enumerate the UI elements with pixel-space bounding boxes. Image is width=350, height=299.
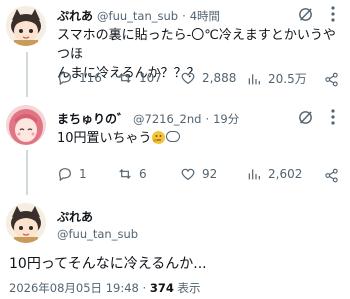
avatar[interactable] — [6, 6, 46, 46]
views-button[interactable]: 20.5万 — [246, 70, 307, 87]
like-button[interactable]: 92 — [180, 166, 217, 182]
author-handle[interactable]: @7216_2nd — [133, 112, 201, 126]
reply-button[interactable]: 1 — [57, 166, 87, 182]
like-button[interactable]: 2,888 — [180, 70, 236, 86]
tweet-time[interactable]: 19分 — [213, 111, 239, 127]
more-icon[interactable] — [324, 5, 342, 23]
separator: · — [142, 281, 147, 295]
tweet-time[interactable]: 4時間 — [190, 8, 220, 24]
speech-bubble-emoji — [165, 131, 180, 142]
retweet-button[interactable]: 107 — [117, 70, 162, 86]
reply-count: 116 — [79, 71, 102, 85]
retweet-count: 107 — [139, 71, 162, 85]
separator: · — [182, 9, 186, 23]
share-icon[interactable] — [322, 166, 340, 184]
like-count: 2,888 — [202, 71, 237, 85]
like-icon — [181, 72, 195, 85]
avatar[interactable] — [6, 105, 46, 145]
avatar[interactable] — [6, 203, 46, 243]
like-count: 92 — [202, 167, 218, 181]
share-icon[interactable] — [322, 70, 340, 88]
retweet-icon — [119, 73, 131, 83]
thinking-emoji — [151, 131, 165, 144]
author-name[interactable]: ぷれあ — [57, 7, 93, 24]
views-label: 表示 — [177, 281, 201, 295]
thread-connector — [26, 150, 28, 195]
reply-icon — [59, 168, 71, 182]
views-count: 20.5万 — [268, 72, 307, 86]
reply-icon — [59, 72, 71, 86]
avatar-cat-girl-icon — [6, 203, 46, 243]
views-icon — [248, 169, 260, 180]
views-count: 374 — [149, 281, 174, 295]
avatar-pink-hair-icon — [6, 105, 46, 145]
tweet-text: 10円置いちゃう — [57, 129, 337, 148]
author-name[interactable]: ぷれあ — [57, 208, 93, 225]
separator: · — [205, 112, 210, 126]
author-handle[interactable]: @fuu_tan_sub — [57, 227, 138, 241]
like-icon — [181, 168, 195, 181]
tweet-meta-line: 2026年08月05日 19:48 · 374 表示 — [9, 280, 200, 296]
views-count: 2,602 — [268, 167, 303, 181]
views-button[interactable]: 2,602 — [246, 166, 302, 182]
more-icon[interactable] — [324, 108, 342, 126]
author-handle[interactable]: @fuu_tan_sub — [97, 9, 178, 23]
retweet-count: 6 — [139, 167, 147, 181]
views-icon — [248, 73, 260, 84]
reply-count: 1 — [79, 167, 87, 181]
mute-icon[interactable] — [296, 108, 314, 126]
tweet-timestamp[interactable]: 2026年08月05日 19:48 — [9, 281, 139, 295]
thread-connector — [26, 52, 28, 97]
author-name[interactable]: まちゅりの゛ — [57, 110, 129, 127]
mute-icon[interactable] — [296, 5, 314, 23]
retweet-button[interactable]: 6 — [117, 166, 147, 182]
retweet-icon — [119, 169, 131, 179]
avatar-cat-girl-icon — [6, 6, 46, 46]
main-tweet-text: 10円ってそんなに冷えるんか... — [9, 256, 207, 272]
reply-button[interactable]: 116 — [57, 70, 102, 86]
